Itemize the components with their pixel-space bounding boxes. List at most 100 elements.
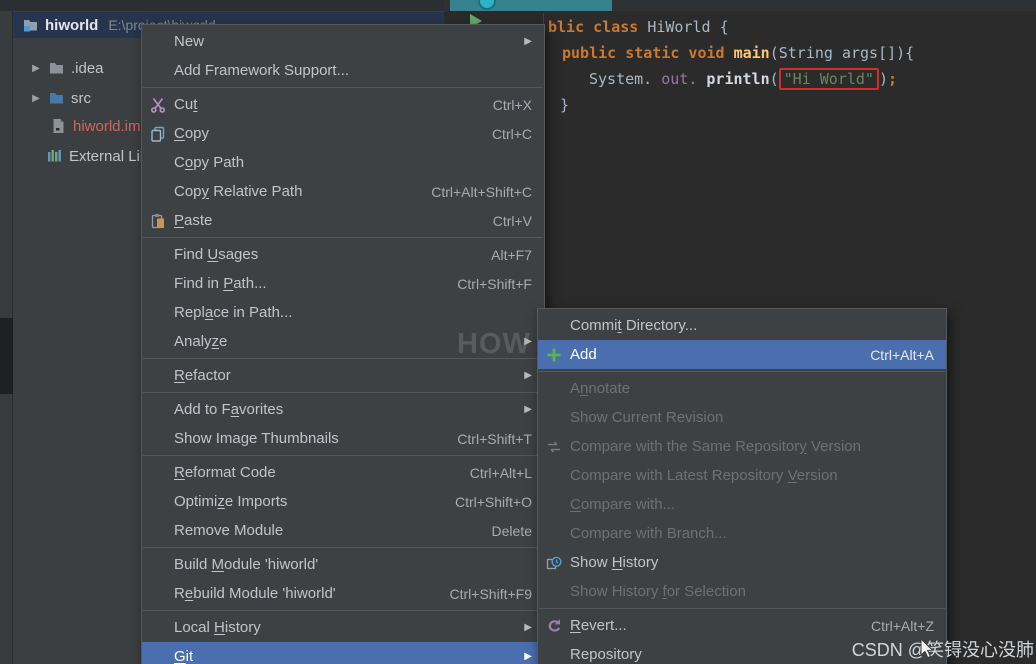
tree-item-label: src xyxy=(71,90,91,107)
cmp-icon xyxy=(546,439,570,455)
menu-item-paste[interactable]: PasteCtrl+V xyxy=(142,206,544,235)
menu-separator xyxy=(143,237,543,238)
how-watermark: HOW xyxy=(457,328,531,361)
menu-item-remove-module[interactable]: Remove ModuleDelete xyxy=(142,516,544,545)
plus-icon xyxy=(546,347,570,363)
code-token: blic xyxy=(548,18,593,36)
blank-icon xyxy=(546,468,570,484)
menu-item-find-usages[interactable]: Find UsagesAlt+F7 xyxy=(142,240,544,269)
code-token: ) xyxy=(879,70,888,88)
menu-item-label: Commit Directory... xyxy=(570,317,697,334)
menu-item-refactor[interactable]: Refactor▶ xyxy=(142,361,544,390)
menu-item-cut[interactable]: CutCtrl+X xyxy=(142,90,544,119)
tool-window-stripe xyxy=(0,11,13,664)
menu-item-shortcut: Ctrl+Alt+Shift+C xyxy=(413,184,532,200)
menu-item-annotate: Annotate xyxy=(538,374,946,403)
menu-item-reformat-code[interactable]: Reformat Code Ctrl+Alt+L xyxy=(142,458,544,487)
menu-item-compare-with-the-same-repository-version: Compare with the Same Repository Version xyxy=(538,432,946,461)
menu-item-git[interactable]: Git▶ xyxy=(142,642,544,664)
menu-item-label: Show History xyxy=(570,554,658,571)
stripe-dark-patch xyxy=(0,318,13,394)
blank-icon xyxy=(150,34,174,50)
menu-item-copy-path[interactable]: Copy Path xyxy=(142,148,544,177)
menu-item-shortcut: Alt+F7 xyxy=(473,247,532,263)
code-token: class xyxy=(593,18,647,36)
menu-item-copy-relative-path[interactable]: Copy Relative PathCtrl+Alt+Shift+C xyxy=(142,177,544,206)
menu-item-label: Copy xyxy=(174,125,209,142)
menu-item-label: Repository xyxy=(570,646,642,663)
code-token: main xyxy=(734,44,770,62)
menu-item-label: Add Framework Support... xyxy=(174,62,349,79)
menu-item-find-in-path[interactable]: Find in Path...Ctrl+Shift+F xyxy=(142,269,544,298)
blank-icon xyxy=(546,526,570,542)
csdn-watermark: CSDN @笑锝没心没肺 xyxy=(852,636,1034,662)
menu-item-label: Revert... xyxy=(570,617,627,634)
menu-item-replace-in-path[interactable]: Replace in Path... xyxy=(142,298,544,327)
blank-icon xyxy=(150,620,174,636)
menu-item-label: Add to Favorites xyxy=(174,401,283,418)
menu-item-local-history[interactable]: Local History ▶ xyxy=(142,613,544,642)
blank-icon xyxy=(546,497,570,513)
menu-item-shortcut: Ctrl+Shift+F9 xyxy=(432,586,532,602)
code-token: public static void xyxy=(562,44,734,62)
menu-item-label: Local History xyxy=(174,619,261,636)
menu-separator xyxy=(143,455,543,456)
menu-item-add[interactable]: AddCtrl+Alt+A xyxy=(538,340,946,369)
code-token: ( xyxy=(770,70,779,88)
folder-blue-icon xyxy=(48,90,65,106)
menu-item-shortcut: Ctrl+Alt+Z xyxy=(853,618,934,634)
library-icon xyxy=(46,148,63,164)
paste-icon xyxy=(150,213,174,229)
editor-tab-selected[interactable] xyxy=(450,0,612,11)
menu-item-label: Reformat Code xyxy=(174,464,276,481)
menu-item-rebuild-module-hiworld[interactable]: Rebuild Module 'hiworld'Ctrl+Shift+F9 xyxy=(142,579,544,608)
menu-item-copy[interactable]: CopyCtrl+C xyxy=(142,119,544,148)
menu-separator xyxy=(539,608,945,609)
tree-item-label: .idea xyxy=(71,60,104,77)
code-token: (String args[]){ xyxy=(770,44,915,62)
menu-item-build-module-hiworld[interactable]: Build Module 'hiworld' xyxy=(142,550,544,579)
menu-item-label: Show Current Revision xyxy=(570,409,723,426)
blank-icon xyxy=(150,368,174,384)
expand-chevron-icon[interactable]: ▶ xyxy=(30,63,42,74)
menu-item-label: Compare with Latest Repository Version xyxy=(570,467,838,484)
menu-item-new[interactable]: New▶ xyxy=(142,27,544,56)
blank-icon xyxy=(546,381,570,397)
menu-item-shortcut: Ctrl+Alt+A xyxy=(852,347,934,363)
code-token: ; xyxy=(888,70,897,88)
blank-icon xyxy=(546,410,570,426)
menu-item-add-framework-support[interactable]: Add Framework Support... xyxy=(142,56,544,85)
menu-item-label: Refactor xyxy=(174,367,231,384)
submenu-arrow-icon: ▶ xyxy=(521,622,532,633)
git-submenu: Commit Directory... AddCtrl+Alt+A Annotate… xyxy=(537,308,947,664)
blank-icon xyxy=(150,523,174,539)
blank-icon xyxy=(150,155,174,171)
class-icon xyxy=(478,0,496,10)
menu-item-commit-directory[interactable]: Commit Directory... xyxy=(538,311,946,340)
blank-icon xyxy=(150,494,174,510)
blank-icon xyxy=(150,276,174,292)
menu-item-show-image-thumbnails[interactable]: Show Image ThumbnailsCtrl+Shift+T xyxy=(142,424,544,453)
tree-item-label: hiworld.iml xyxy=(73,118,144,135)
menu-item-show-history[interactable]: Show History xyxy=(538,548,946,577)
menu-item-label: Compare with Branch... xyxy=(570,525,727,542)
cut-icon xyxy=(150,97,174,113)
code-token: println xyxy=(706,70,769,88)
menu-item-label: Annotate xyxy=(570,380,630,397)
menu-item-shortcut: Ctrl+Shift+T xyxy=(439,431,532,447)
copy-icon xyxy=(150,126,174,142)
menu-item-shortcut: Ctrl+Alt+L xyxy=(452,465,532,481)
menu-item-optimize-imports[interactable]: Optimize ImportsCtrl+Shift+O xyxy=(142,487,544,516)
menu-item-shortcut: Ctrl+X xyxy=(475,97,532,113)
submenu-arrow-icon: ▶ xyxy=(521,404,532,415)
ide-window: hiworld E:\project\hiworld ▶.idea▶srchiw… xyxy=(0,0,1036,664)
blank-icon xyxy=(150,334,174,350)
menu-item-label: New xyxy=(174,33,204,50)
expand-chevron-icon[interactable]: ▶ xyxy=(30,93,42,104)
menu-separator xyxy=(143,87,543,88)
menu-separator xyxy=(143,392,543,393)
menu-item-compare-with-branch: Compare with Branch... xyxy=(538,519,946,548)
menu-separator xyxy=(143,610,543,611)
menu-item-add-to-favorites[interactable]: Add to Favorites ▶ xyxy=(142,395,544,424)
code-token: } xyxy=(560,96,569,114)
